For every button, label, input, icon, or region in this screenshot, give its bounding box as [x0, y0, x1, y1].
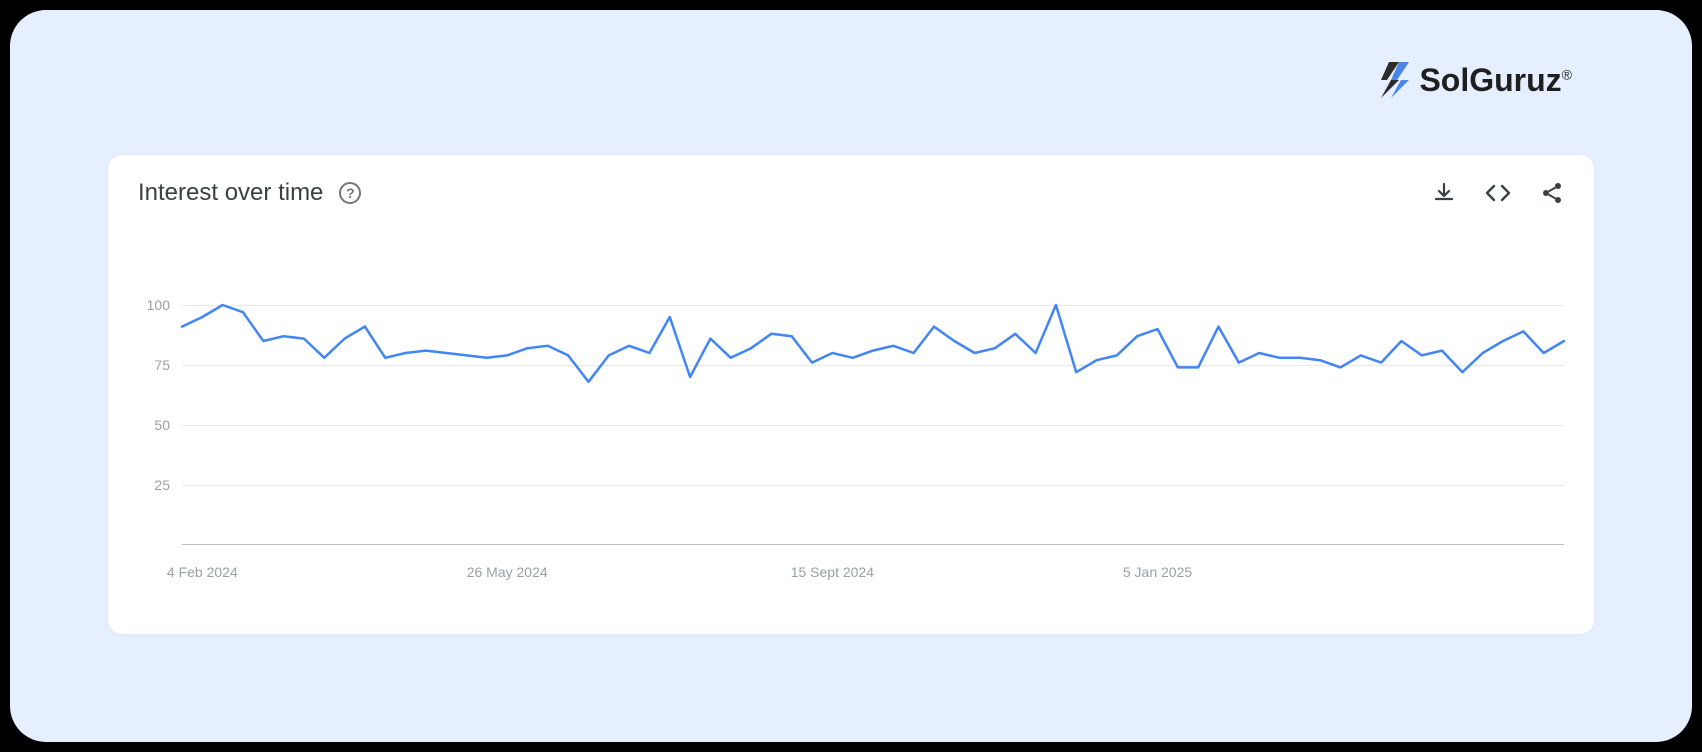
card-header: Interest over time ?: [108, 155, 1594, 207]
x-tick-label: 26 May 2024: [467, 564, 548, 580]
page-frame: SolGuruz® Interest over time ?: [10, 10, 1692, 742]
chart-card: Interest over time ?: [108, 155, 1594, 634]
help-icon[interactable]: ?: [339, 182, 361, 204]
y-axis-labels: 255075100: [138, 305, 176, 545]
card-actions: [1432, 181, 1564, 205]
y-tick-label: 25: [154, 477, 170, 493]
y-tick-label: 75: [154, 357, 170, 373]
x-tick-label: 15 Sept 2024: [791, 564, 874, 580]
embed-icon[interactable]: [1484, 181, 1512, 205]
x-tick-label: 4 Feb 2024: [167, 564, 238, 580]
solguruz-icon: [1377, 58, 1413, 102]
brand-logo: SolGuruz®: [1377, 58, 1572, 102]
x-tick-label: 5 Jan 2025: [1123, 564, 1192, 580]
x-axis-labels: 4 Feb 202426 May 202415 Sept 20245 Jan 2…: [182, 564, 1564, 584]
series-line: [182, 305, 1564, 382]
y-tick-label: 100: [147, 297, 170, 313]
line-chart-svg: [182, 305, 1564, 545]
plot-region: [182, 305, 1564, 545]
share-icon[interactable]: [1540, 181, 1564, 205]
card-title-wrap: Interest over time ?: [138, 179, 361, 207]
download-icon[interactable]: [1432, 181, 1456, 205]
y-tick-label: 50: [154, 417, 170, 433]
brand-name: SolGuruz®: [1419, 62, 1572, 99]
chart-area: 255075100 4 Feb 202426 May 202415 Sept 2…: [138, 305, 1564, 604]
card-title: Interest over time: [138, 179, 323, 207]
